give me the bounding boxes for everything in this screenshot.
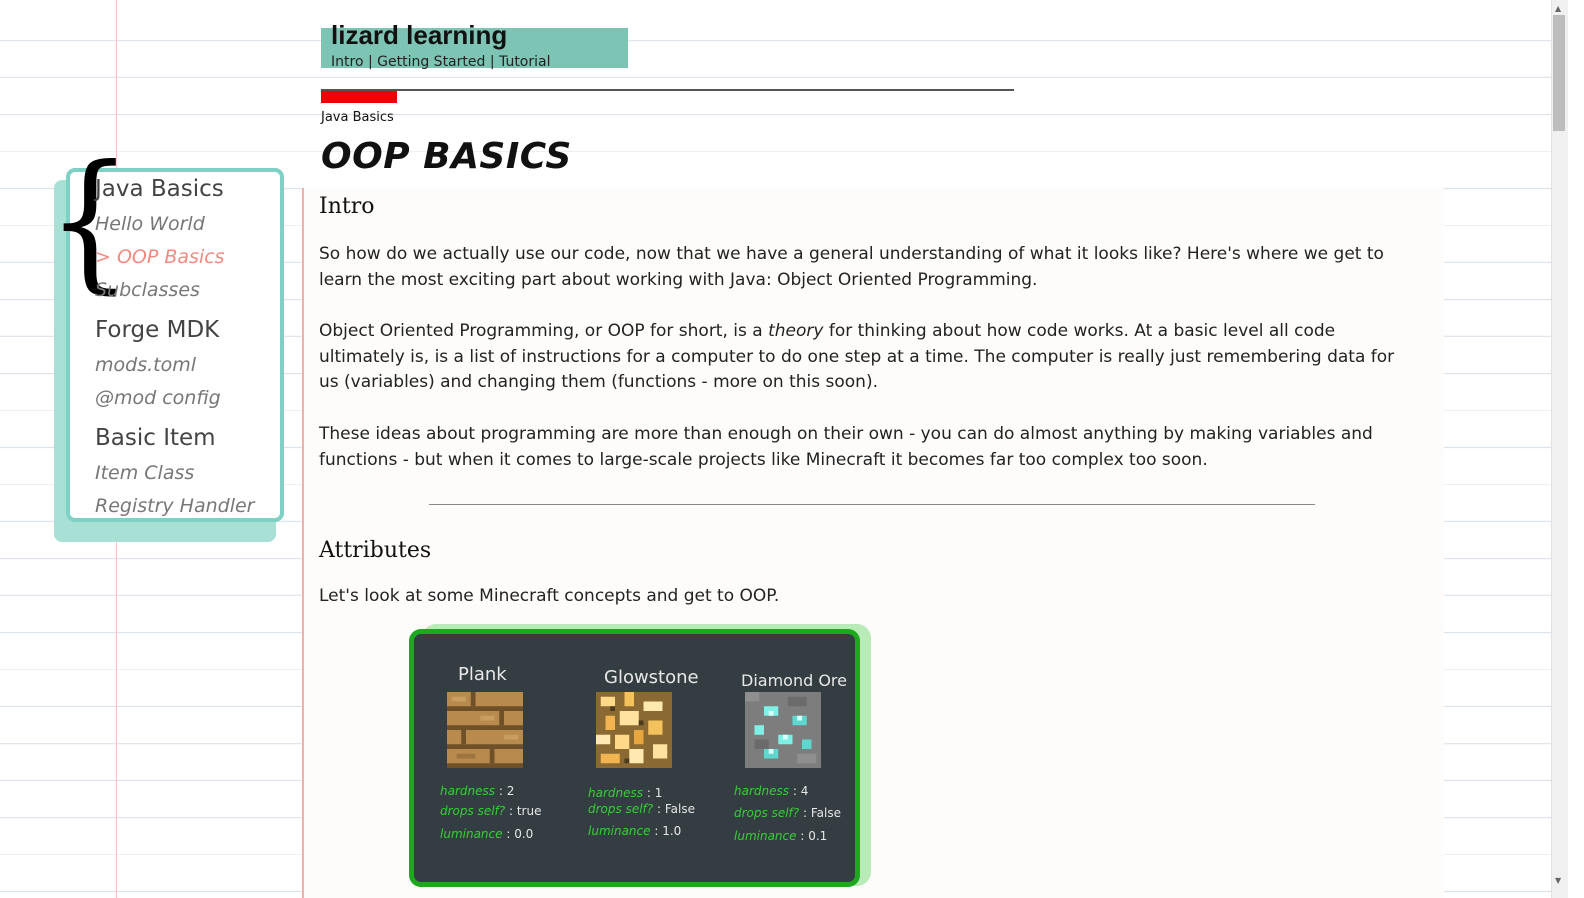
stat-value-luminance: 0.1 <box>808 829 828 843</box>
sidebar-item-mods-toml[interactable]: mods.toml <box>95 354 196 376</box>
stat-label-hardness: hardness <box>734 784 790 798</box>
stat-row-drops-self: drops self? : true <box>440 804 541 818</box>
stat-row-hardness: hardness : 1 <box>588 786 662 800</box>
section-heading-attributes: Attributes <box>319 538 432 563</box>
site-title[interactable]: lizard learning <box>331 20 507 51</box>
stat-value-luminance: 0.0 <box>514 827 534 841</box>
stat-separator: : <box>800 829 805 843</box>
sidebar-item-subclasses[interactable]: Subclasses <box>95 279 200 301</box>
stat-label-drops-self: drops self? <box>588 802 654 816</box>
sidebar-item-item-class[interactable]: Item Class <box>95 462 194 484</box>
section-divider <box>429 504 1315 505</box>
stat-label-drops-self: drops self? <box>734 806 800 820</box>
sidebar-group-basic-item[interactable]: Basic Item <box>95 425 216 451</box>
stat-separator: : <box>656 802 662 816</box>
stat-value-hardness: 2 <box>506 784 515 798</box>
stat-label-luminance: luminance <box>440 827 503 841</box>
stat-value-hardness: 4 <box>800 784 809 798</box>
progress-track <box>321 89 1014 91</box>
nav-separator: | <box>489 54 495 70</box>
breadcrumb[interactable]: Java Basics <box>321 110 394 125</box>
nav-link-intro[interactable]: Intro <box>331 54 364 70</box>
stat-row-luminance: luminance : 0.1 <box>734 829 827 843</box>
scroll-down-arrow-icon[interactable]: ▼ <box>1555 876 1561 885</box>
vertical-scrollbar[interactable] <box>1551 0 1568 898</box>
stat-label-drops-self: drops self? <box>440 804 506 818</box>
stat-row-drops-self: drops self? : False <box>734 806 841 820</box>
stat-value-luminance: 1.0 <box>662 824 682 838</box>
stat-row-luminance: luminance : 0.0 <box>440 827 533 841</box>
plank-block-icon <box>447 692 523 768</box>
block-name-glowstone: Glowstone <box>604 667 699 688</box>
stat-separator: : <box>802 806 808 820</box>
sidebar-item-mod-config[interactable]: @mod config <box>95 387 221 409</box>
glowstone-block-icon <box>596 692 672 768</box>
block-name-diamond-ore: Diamond Ore <box>741 671 847 690</box>
stat-label-hardness: hardness <box>588 786 644 800</box>
stat-value-drops-self: true <box>516 804 542 818</box>
stat-row-hardness: hardness : 2 <box>440 784 514 798</box>
stat-row-hardness: hardness : 4 <box>734 784 808 798</box>
sidebar-item-hello-world[interactable]: Hello World <box>95 213 205 235</box>
intro-paragraph-1: So how do we actually use our code, now … <box>319 244 1384 290</box>
sidebar-group-java-basics[interactable]: Java Basics <box>95 176 224 202</box>
stat-value-hardness: 1 <box>654 786 663 800</box>
window-right-edge <box>1568 0 1584 898</box>
minecraft-blocks-figure: Plank hardness : 2 drops self? : true lu… <box>409 629 860 887</box>
scrollbar-thumb[interactable] <box>1553 15 1565 131</box>
sidebar-group-forge-mdk[interactable]: Forge MDK <box>95 317 219 343</box>
stat-row-luminance: luminance : 1.0 <box>588 824 681 838</box>
stat-separator: : <box>498 784 503 798</box>
intro-paragraph-2: Object Oriented Programming, or OOP for … <box>319 319 1419 396</box>
stat-row-drops-self: drops self? : False <box>588 802 695 816</box>
stat-separator: : <box>508 804 514 818</box>
intro-paragraph-3: These ideas about programming are more t… <box>319 424 1373 470</box>
paragraph-text: Object Oriented Programming, or OOP for … <box>319 321 769 341</box>
nav-separator: | <box>367 54 373 70</box>
stat-label-luminance: luminance <box>588 824 651 838</box>
stat-label-hardness: hardness <box>440 784 496 798</box>
stat-separator: : <box>792 784 797 798</box>
stat-separator: : <box>646 786 651 800</box>
emphasis-text: theory <box>768 321 824 341</box>
content-border-line <box>302 188 304 898</box>
stat-separator: : <box>654 824 659 838</box>
stat-separator: : <box>506 827 511 841</box>
page-title: OOP BASICS <box>321 136 572 177</box>
diamond-ore-block-icon <box>745 692 821 768</box>
sidebar-item-oop-basics[interactable]: > OOP Basics <box>95 246 225 268</box>
stat-value-drops-self: False <box>810 806 841 820</box>
sidebar-item-registry-handler[interactable]: Registry Handler <box>95 495 255 517</box>
top-nav: Intro | Getting Started | Tutorial <box>331 54 550 70</box>
scroll-up-arrow-icon[interactable]: ▲ <box>1555 4 1561 13</box>
attributes-paragraph-1: Let's look at some Minecraft concepts an… <box>319 586 780 606</box>
stat-value-drops-self: False <box>664 802 695 816</box>
nav-link-tutorial[interactable]: Tutorial <box>499 54 550 70</box>
block-name-plank: Plank <box>458 664 507 685</box>
progress-fill <box>321 91 397 103</box>
section-heading-intro: Intro <box>319 194 375 219</box>
nav-link-getting-started[interactable]: Getting Started <box>377 54 485 70</box>
stat-label-luminance: luminance <box>734 829 797 843</box>
